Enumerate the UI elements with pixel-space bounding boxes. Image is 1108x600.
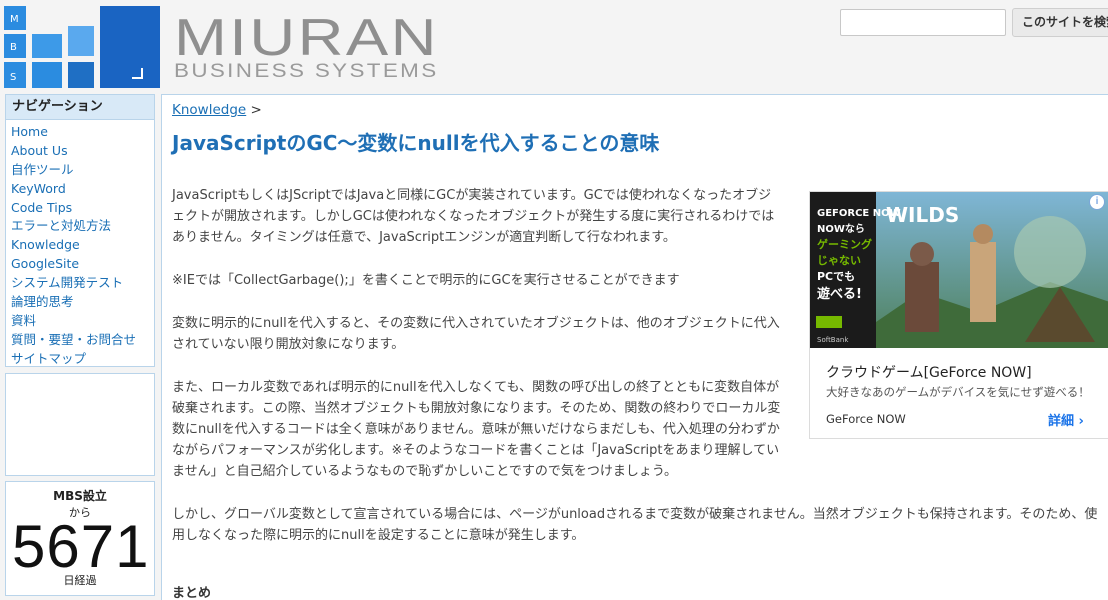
nav-item-code-tips[interactable]: Code Tips — [11, 199, 154, 218]
counter-days-number: 5671 — [12, 513, 150, 580]
nav-item-keyword[interactable]: KeyWord — [11, 180, 154, 199]
navigation-list: Home About Us 自作ツール KeyWord Code Tips エラ… — [6, 120, 154, 369]
nav-item-system-test[interactable]: システム開発テスト — [11, 274, 154, 293]
ad-image-partner: SoftBank — [817, 336, 849, 344]
ad-image-line: NOWなら — [817, 223, 865, 235]
ad-image-line: PCでも — [817, 270, 855, 283]
article-paragraph: しかし、グローバル変数として宣言されている場合には、ページがunloadされるま… — [172, 507, 1098, 543]
counter-heading: MBS設立 — [53, 489, 107, 503]
nav-item-errors[interactable]: エラーと対処方法 — [11, 217, 154, 236]
mbs-logo-mark-icon[interactable]: M B S — [4, 6, 160, 88]
logo-subtitle: BUSINESS SYSTEMS — [174, 61, 439, 82]
breadcrumb: Knowledge > — [172, 102, 262, 118]
sidebar-empty-gadget — [5, 373, 155, 476]
ad-info-icon[interactable]: i — [1089, 194, 1105, 210]
ad-banner-image[interactable]: WILDS GEFORCE NOW NOWなら ゲーミング じゃない PCでも … — [810, 192, 1108, 348]
ad-title[interactable]: クラウドゲーム[GeForce NOW] — [826, 362, 1032, 382]
breadcrumb-link-knowledge[interactable]: Knowledge — [172, 102, 246, 118]
site-search-button[interactable]: このサイトを検索 — [1012, 8, 1108, 37]
summary-heading: まとめ — [172, 586, 212, 600]
ad-description: 大好きなあのゲームがデバイスを気にせず遊べる！ — [826, 385, 1090, 399]
nav-item-logical-thinking[interactable]: 論理的思考 — [11, 293, 154, 312]
site-logo-text[interactable]: MIURAN BUSINESS SYSTEMS — [174, 12, 484, 84]
ad-image-line: 遊べる! — [817, 286, 862, 302]
nav-item-contact[interactable]: 質問・要望・お問合せ — [11, 331, 154, 350]
advertisement[interactable]: WILDS GEFORCE NOW NOWなら ゲーミング じゃない PCでも … — [809, 191, 1108, 439]
nav-item-home[interactable]: Home — [11, 123, 154, 142]
ad-image-line: ゲーミング — [817, 237, 872, 251]
ad-details-button[interactable]: 詳細 › — [1048, 410, 1084, 429]
navigation-title: ナビゲーション — [6, 95, 154, 120]
nav-item-materials[interactable]: 資料 — [11, 312, 154, 331]
navigation-box: ナビゲーション Home About Us 自作ツール KeyWord Code… — [5, 94, 155, 367]
logo-letter-m: M — [10, 14, 19, 25]
nav-item-googlesite[interactable]: GoogleSite — [11, 255, 154, 274]
main-content: Knowledge > JavaScriptのGC〜変数にnullを代入すること… — [161, 94, 1108, 600]
ad-image-line: じゃない — [817, 254, 861, 267]
article-body: JavaScriptもしくはJScriptではJavaと同様にGCが実装されてい… — [172, 185, 1097, 568]
article-paragraph: また、ローカル変数であれば明示的にnullを代入しなくても、関数の呼び出しの終了… — [172, 380, 781, 479]
article-paragraph: ※IEでは「CollectGarbage();」を書くことで明示的にGCを実行さ… — [172, 273, 680, 288]
nav-item-knowledge[interactable]: Knowledge — [11, 236, 154, 255]
nav-item-about-us[interactable]: About Us — [11, 142, 154, 161]
logo-letter-b: B — [10, 42, 17, 53]
article-paragraph: JavaScriptもしくはJScriptではJavaと同様にGCが実装されてい… — [172, 188, 775, 245]
logo-title: MIURAN — [174, 9, 439, 67]
nav-item-tools[interactable]: 自作ツール — [11, 161, 154, 180]
ad-brand: GeForce NOW — [826, 412, 906, 426]
logo-letter-s: S — [10, 72, 16, 83]
days-counter-gadget: MBS設立 から 5671 日経過 — [5, 481, 155, 596]
page-title: JavaScriptのGC〜変数にnullを代入することの意味 — [172, 131, 660, 155]
site-header: M B S MIURAN BUSINESS SYSTEMS このサイトを検索 — [0, 0, 1108, 92]
breadcrumb-separator: > — [246, 102, 262, 118]
nav-item-sitemap[interactable]: サイトマップ — [11, 350, 154, 369]
article-paragraph: 変数に明示的にnullを代入すると、その変数に代入されていたオブジェクトは、他の… — [172, 316, 780, 352]
site-search-input[interactable] — [840, 9, 1006, 36]
ad-image-brand: GEFORCE NOW — [817, 208, 901, 219]
